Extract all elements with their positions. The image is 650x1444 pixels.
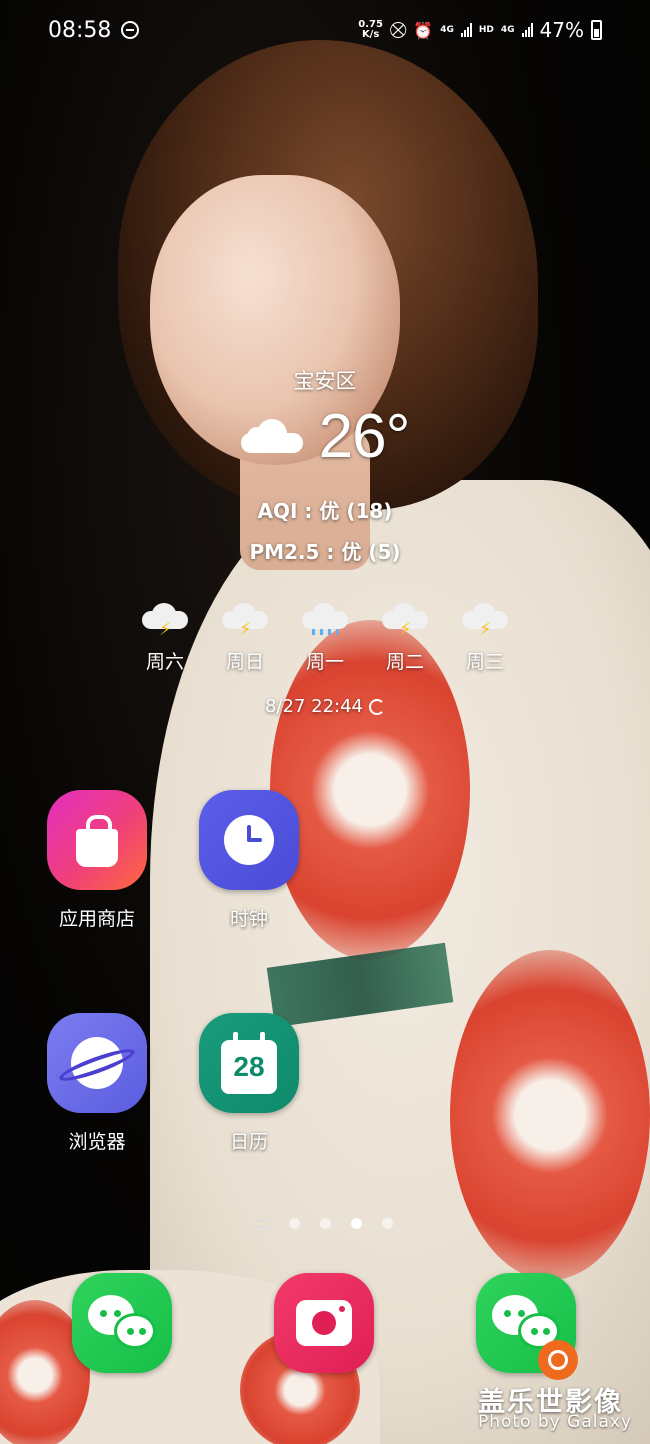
forecast-day: ⚡ 周日 (220, 601, 270, 674)
wechat-icon[interactable] (72, 1273, 172, 1373)
page-dot[interactable] (382, 1218, 393, 1229)
refresh-icon[interactable] (369, 698, 385, 715)
app-label: 浏览器 (68, 1131, 126, 1153)
planet-icon[interactable] (47, 1013, 147, 1113)
forecast-day-label: 周二 (385, 651, 424, 673)
app-calendar[interactable]: 28 日历 (189, 1013, 309, 1154)
forecast-day: ⚡ 周二 (380, 601, 430, 674)
network-speed: 0.75 K/s (358, 20, 383, 40)
weather-forecast: ⚡ 周六 ⚡ 周日 周一 ⚡ 周二 ⚡ 周三 (0, 601, 650, 674)
forecast-day-label: 周日 (225, 651, 264, 673)
app-label: 日历 (229, 1131, 268, 1153)
forecast-day-label: 周三 (465, 651, 504, 673)
forecast-day: 周一 (300, 601, 350, 674)
thunderstorm-icon: ⚡ (218, 601, 272, 640)
wallpaper-flower (450, 950, 650, 1280)
forecast-day: ⚡ 周三 (460, 601, 510, 674)
shopping-bag-icon[interactable] (47, 790, 147, 890)
watermark-subtitle: Photo by Galaxy (478, 1412, 633, 1432)
signal-icon (521, 23, 533, 37)
page-indicator[interactable] (0, 1218, 650, 1229)
weather-location: 宝安区 (293, 369, 357, 393)
thunderstorm-icon: ⚡ (458, 601, 512, 640)
page-dot[interactable] (289, 1218, 300, 1229)
status-time: 08:58 (48, 17, 112, 43)
battery-percent: 47% (539, 18, 584, 42)
calendar-icon[interactable]: 28 (199, 1013, 299, 1113)
app-label: 时钟 (229, 908, 268, 930)
alarm-icon: ⏰ (413, 20, 434, 40)
forecast-day-label: 周六 (145, 651, 184, 673)
network-speed-unit: K/s (361, 29, 380, 40)
page-dot[interactable] (320, 1218, 331, 1229)
thunderstorm-icon: ⚡ (378, 601, 432, 640)
dock-wechat[interactable] (62, 1273, 182, 1373)
dual-app-badge-icon (538, 1340, 578, 1380)
weather-widget[interactable]: 宝安区 26° AQI : 优 (18) PM2.5 : 优 (5) ⚡ 周六 … (0, 365, 650, 717)
calendar-day: 28 (233, 1051, 265, 1082)
weather-temperature: 26° (318, 401, 411, 471)
cloud-icon (240, 419, 303, 453)
app-clock[interactable]: 时钟 (189, 790, 309, 931)
app-store[interactable]: 应用商店 (37, 790, 157, 931)
weather-updated-time: 8/27 22:44 (264, 696, 363, 717)
camera-icon[interactable] (274, 1273, 374, 1373)
signal-icon (460, 23, 472, 37)
thunderstorm-icon: ⚡ (138, 601, 192, 640)
weather-aqi: AQI : 优 (18) (257, 499, 393, 523)
network-type-2: 4G (500, 24, 515, 35)
forecast-day-label: 周一 (305, 651, 344, 673)
app-label: 应用商店 (58, 908, 135, 930)
do-not-disturb-icon (121, 21, 140, 39)
rain-icon (298, 601, 352, 635)
battery-icon (591, 20, 602, 40)
app-browser[interactable]: 浏览器 (37, 1013, 157, 1154)
dock-camera[interactable] (264, 1273, 384, 1373)
network-type-1: 4G (440, 24, 454, 35)
home-menu-icon[interactable] (257, 1219, 269, 1228)
battery-fill (594, 29, 599, 37)
hd-voice-label: HD (478, 24, 494, 35)
status-bar[interactable]: 08:58 0.75 K/s ⛒ ⏰ 4G HD 4G 47% (0, 0, 650, 60)
notification-icon: ⛒ (389, 20, 407, 39)
clock-icon[interactable] (199, 790, 299, 890)
page-dot-active[interactable] (351, 1218, 362, 1229)
weather-pm25: PM2.5 : 优 (5) (249, 540, 401, 564)
forecast-day: ⚡ 周六 (140, 601, 190, 674)
weather-updated: 8/27 22:44 (0, 696, 650, 717)
